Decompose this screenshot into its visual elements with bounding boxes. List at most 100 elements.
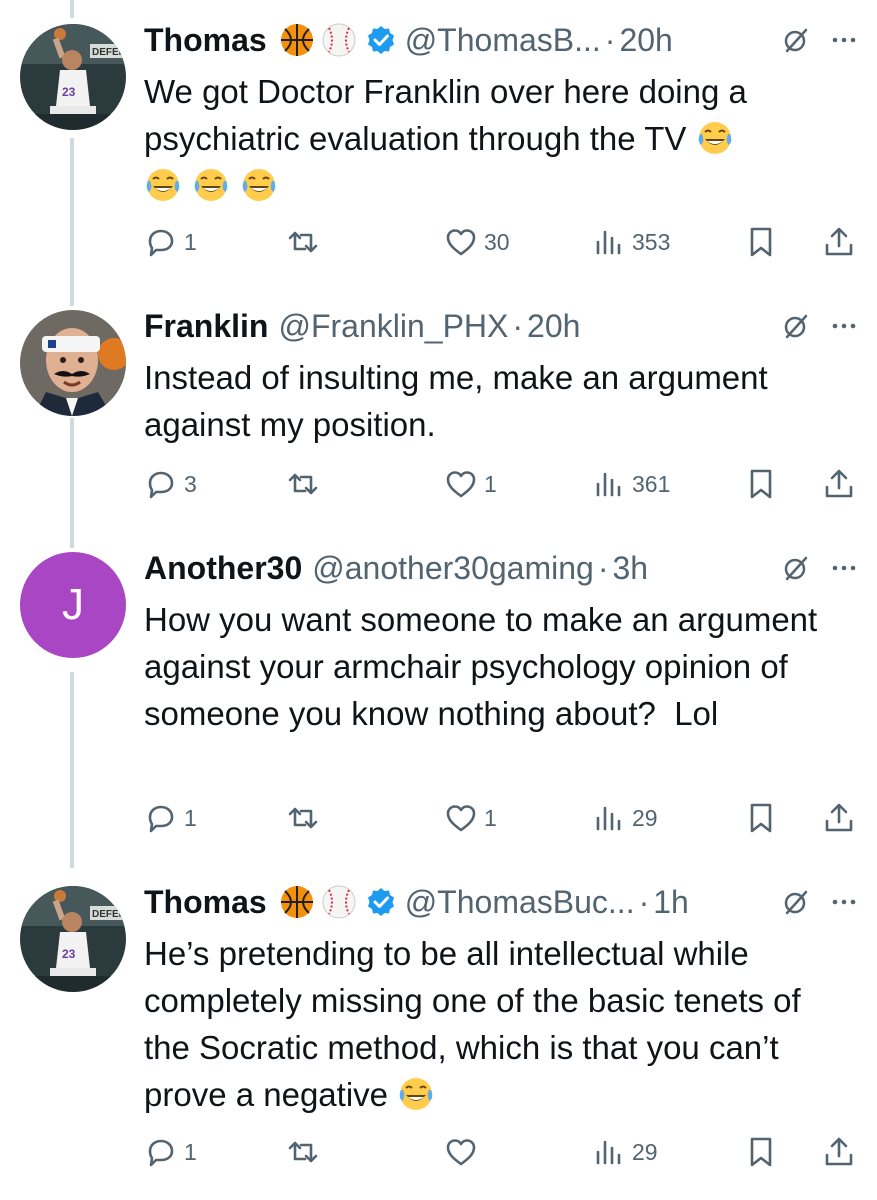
share-icon	[822, 467, 856, 501]
handle[interactable]: @Franklin_PHX	[278, 308, 508, 345]
display-name[interactable]: Thomas	[144, 884, 267, 921]
display-name[interactable]: Thomas	[144, 22, 267, 59]
timestamp[interactable]: 1h	[653, 884, 689, 921]
separator-dot: ·	[638, 883, 650, 920]
like-count: 30	[484, 228, 510, 255]
baseball-emoji-icon	[321, 22, 357, 58]
like-count: 1	[484, 470, 497, 497]
like-button[interactable]: 1	[444, 798, 497, 838]
avatar[interactable]: DEFEN 23	[20, 24, 126, 130]
share-icon	[822, 225, 856, 259]
tears-of-joy-emoji-icon	[696, 119, 734, 157]
handle[interactable]: @ThomasB...	[405, 22, 601, 59]
tweet-text: He’s pretending to be all intellectual w…	[144, 930, 844, 1118]
tears-of-joy-emoji-icon	[397, 1075, 435, 1113]
bookmark-button[interactable]	[744, 222, 778, 262]
like-button[interactable]: 1	[444, 464, 497, 504]
reply-count: 3	[184, 470, 197, 497]
more-options-icon[interactable]	[828, 552, 860, 584]
retweet-button[interactable]	[286, 464, 326, 504]
basketball-player-photo: DEFEN 23	[20, 24, 126, 130]
bookmark-icon	[744, 467, 778, 501]
bookmark-icon	[744, 801, 778, 835]
tears-of-joy-emoji-icon	[144, 166, 182, 204]
verified-badge-icon	[365, 24, 397, 56]
reply-button[interactable]: 3	[144, 464, 197, 504]
views-button[interactable]: 361	[592, 464, 670, 504]
tweet[interactable]: J Another30 @another30gaming · 3h How yo…	[0, 548, 877, 836]
avatar-letter: J	[62, 580, 84, 629]
baseball-emoji-icon	[321, 884, 357, 920]
separator-dot: ·	[604, 21, 616, 58]
bookmark-button[interactable]	[744, 1132, 778, 1172]
avatar[interactable]: J	[20, 552, 126, 658]
reply-button[interactable]: 1	[144, 1132, 197, 1172]
grok-icon[interactable]	[780, 886, 812, 918]
heart-icon	[444, 225, 478, 259]
retweet-icon	[286, 801, 320, 835]
display-name[interactable]: Another30	[144, 550, 302, 587]
views-chart-icon	[592, 225, 626, 259]
reply-icon	[144, 1135, 178, 1169]
tweet-text-content: We got Doctor Franklin over here doing a…	[144, 73, 757, 157]
share-button[interactable]	[822, 1132, 856, 1172]
bookmark-button[interactable]	[744, 464, 778, 504]
tweet[interactable]: DEFEN 23 Thomas @ThomasB... · 20h We got…	[0, 20, 877, 308]
grok-icon[interactable]	[780, 310, 812, 342]
reply-button[interactable]: 1	[144, 798, 197, 838]
view-count: 361	[632, 470, 671, 497]
more-options-icon[interactable]	[828, 24, 860, 56]
grok-icon[interactable]	[780, 552, 812, 584]
retweet-button[interactable]	[286, 798, 326, 838]
share-button[interactable]	[822, 464, 856, 504]
views-chart-icon	[592, 467, 626, 501]
thread-line	[70, 0, 74, 18]
grok-icon[interactable]	[780, 24, 812, 56]
svg-text:DEFEN: DEFEN	[92, 909, 126, 920]
handle[interactable]: @another30gaming	[312, 550, 594, 587]
avatar[interactable]	[20, 310, 126, 416]
reply-count: 1	[184, 804, 197, 831]
verified-badge-icon	[365, 886, 397, 918]
tears-of-joy-emoji-icon	[192, 166, 230, 204]
man-with-headband-photo	[20, 310, 126, 416]
display-name[interactable]: Franklin	[144, 308, 268, 345]
views-chart-icon	[592, 801, 626, 835]
svg-text:23: 23	[62, 947, 76, 961]
views-button[interactable]: 353	[592, 222, 670, 262]
reply-count: 1	[184, 1138, 197, 1165]
reply-count: 1	[184, 228, 197, 255]
handle[interactable]: @ThomasBuc...	[405, 884, 635, 921]
avatar[interactable]: DEFEN 23	[20, 886, 126, 992]
views-chart-icon	[592, 1135, 626, 1169]
share-icon	[822, 1135, 856, 1169]
svg-text:23: 23	[62, 85, 76, 99]
share-icon	[822, 801, 856, 835]
bookmark-button[interactable]	[744, 798, 778, 838]
more-options-icon[interactable]	[828, 886, 860, 918]
share-button[interactable]	[822, 798, 856, 838]
heart-icon	[444, 801, 478, 835]
views-button[interactable]: 29	[592, 798, 658, 838]
more-options-icon[interactable]	[828, 310, 860, 342]
reply-icon	[144, 467, 178, 501]
tweet[interactable]: DEFEN 23 Thomas @ThomasBuc... · 1h He’s …	[0, 882, 877, 1170]
basketball-emoji-icon	[279, 884, 315, 920]
share-button[interactable]	[822, 222, 856, 262]
retweet-icon	[286, 1135, 320, 1169]
views-button[interactable]: 29	[592, 1132, 658, 1172]
like-button[interactable]: 30	[444, 222, 510, 262]
timestamp[interactable]: 3h	[612, 550, 648, 587]
retweet-button[interactable]	[286, 222, 326, 262]
retweet-icon	[286, 467, 320, 501]
retweet-icon	[286, 225, 320, 259]
like-button[interactable]	[444, 1132, 484, 1172]
bookmark-icon	[744, 225, 778, 259]
timestamp[interactable]: 20h	[619, 22, 672, 59]
reply-button[interactable]: 1	[144, 222, 197, 262]
view-count: 29	[632, 804, 658, 831]
retweet-button[interactable]	[286, 1132, 326, 1172]
view-count: 353	[632, 228, 671, 255]
timestamp[interactable]: 20h	[527, 308, 580, 345]
basketball-emoji-icon	[279, 22, 315, 58]
